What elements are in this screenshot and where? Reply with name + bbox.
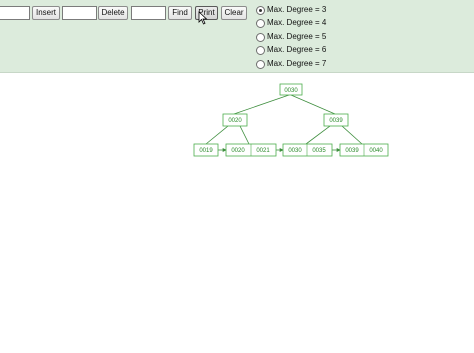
- node-key: 0020: [231, 148, 245, 154]
- internal-node-right: 0039: [323, 113, 349, 127]
- leaf-node: 0020 0021: [225, 143, 277, 157]
- tree-edge: [233, 94, 290, 115]
- node-key: 0039: [345, 148, 359, 154]
- internal-node-left: 0020: [222, 113, 248, 127]
- tree-edge: [239, 125, 250, 145]
- node-key: 0030: [284, 88, 298, 94]
- root-node: 0030: [279, 83, 303, 96]
- node-key: 0030: [288, 148, 302, 154]
- tree-edge: [341, 125, 363, 145]
- node-key: 0039: [329, 118, 343, 124]
- node-key: 0020: [228, 118, 242, 124]
- tree-edge: [205, 125, 229, 145]
- leaf-node: 0039 0040: [339, 143, 389, 157]
- node-key: 0035: [312, 148, 326, 154]
- node-key: 0021: [256, 148, 270, 154]
- tree-edge: [290, 94, 336, 115]
- node-key: 0019: [199, 148, 213, 154]
- leaf-node: 0030 0035: [282, 143, 333, 157]
- leaf-node: 0019: [193, 143, 219, 157]
- bplus-tree-canvas: 0030 0020 0039 0019 0020 0021 0030 0035 …: [193, 83, 389, 157]
- tree-edge: [305, 125, 331, 145]
- node-key: 0040: [369, 148, 383, 154]
